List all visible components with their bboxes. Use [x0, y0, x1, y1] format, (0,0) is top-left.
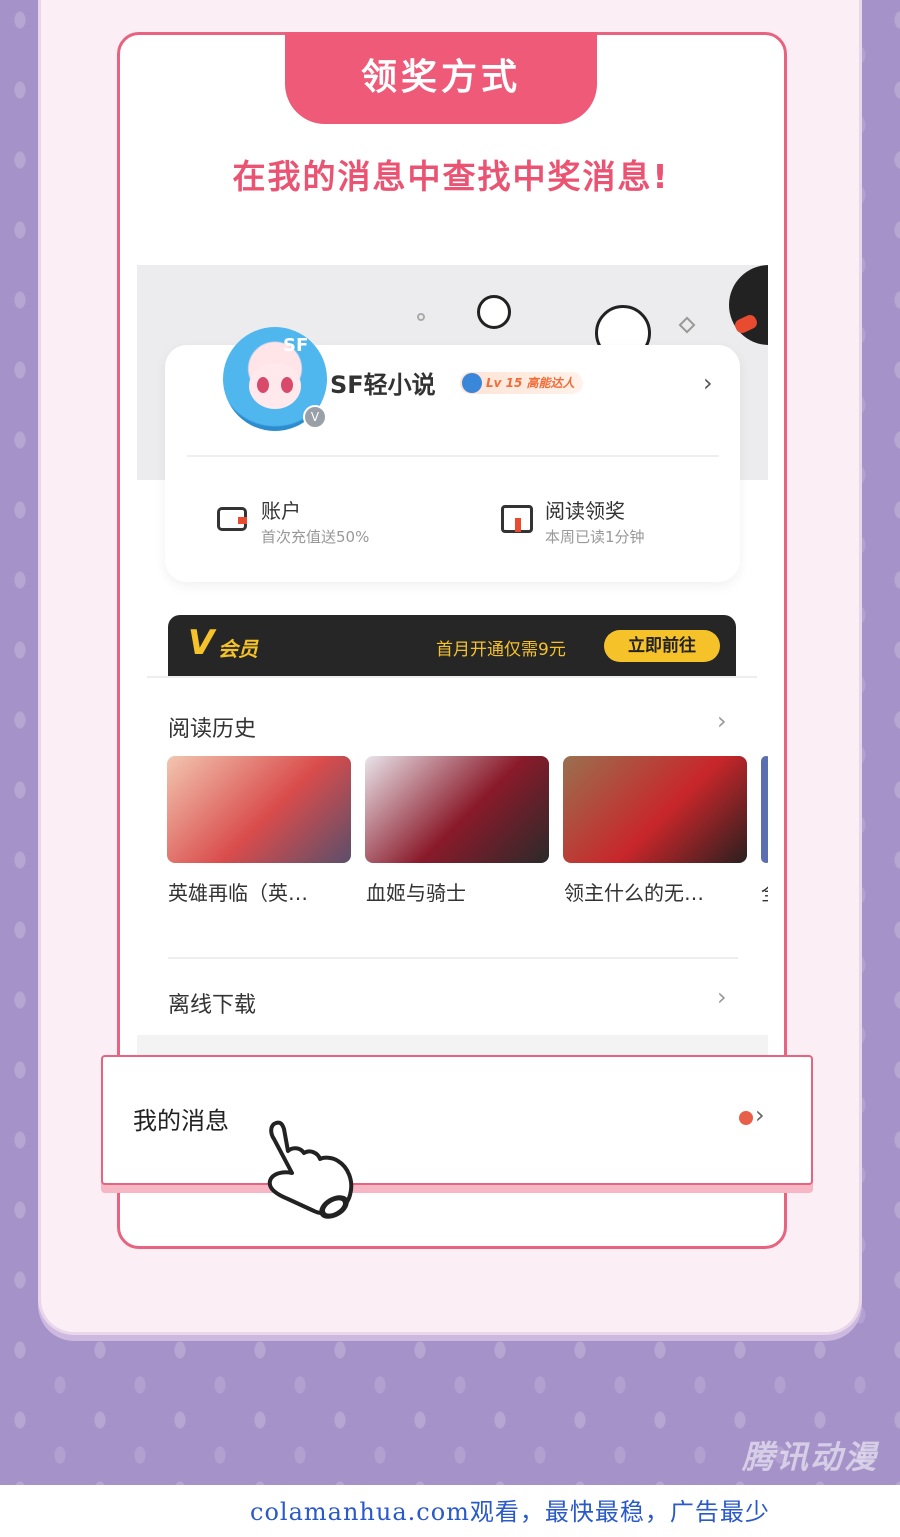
pointing-hand-icon: [267, 1120, 354, 1219]
chevron-right-icon[interactable]: ›: [703, 369, 713, 397]
mascot-large-icon: [729, 265, 768, 345]
divider: [187, 455, 719, 457]
vip-banner[interactable]: V 会员 首月开通仅需9元 立即前往: [168, 615, 736, 677]
reading-reward-subtitle: 本周已读1分钟: [545, 528, 645, 546]
offline-download-title[interactable]: 离线下载: [168, 987, 256, 1019]
headline: 在我的消息中查找中奖消息!: [232, 157, 670, 196]
vip-label: 会员: [218, 637, 258, 661]
divider: [168, 957, 738, 959]
book-cover[interactable]: [167, 756, 351, 863]
decor-diamond: [678, 316, 696, 334]
book-title[interactable]: 领主什么的无…: [564, 877, 704, 906]
avatar[interactable]: SF V: [223, 327, 327, 431]
book-title[interactable]: 英雄再临（英…: [168, 877, 308, 906]
page-title: 领奖方式: [285, 32, 597, 124]
avatar-face: [249, 363, 301, 409]
decor-dot: [417, 313, 425, 321]
level-icon: [462, 373, 482, 393]
account-title[interactable]: 账户: [261, 495, 301, 524]
vip-logo-icon: V: [188, 623, 215, 663]
username: SF轻小说: [330, 371, 436, 399]
footer-text: colamanhua.com观看，最快最稳，广告最少: [250, 1498, 770, 1526]
profile-card[interactable]: SF V SF轻小说 Lv 15 高能达人 › 账户 首次充值送50% 阅读领奖…: [165, 327, 740, 582]
my-messages-row[interactable]: 我的消息 ›: [101, 1055, 813, 1185]
chevron-right-icon[interactable]: ›: [717, 983, 727, 1011]
reading-reward-title[interactable]: 阅读领奖: [545, 495, 625, 524]
mascot-icon: [477, 295, 511, 329]
book-cover[interactable]: [365, 756, 549, 863]
my-messages-label[interactable]: 我的消息: [133, 1101, 229, 1136]
avatar-eye: [281, 377, 293, 393]
verified-badge: V: [303, 405, 327, 429]
reading-history-title[interactable]: 阅读历史: [168, 711, 256, 743]
book-title[interactable]: 血姬与骑士: [366, 877, 466, 906]
watermark: 腾讯动漫: [742, 1438, 879, 1476]
chevron-right-icon[interactable]: ›: [755, 1101, 765, 1129]
level-text: Lv 15 高能达人: [486, 376, 575, 390]
wallet-icon: [217, 507, 247, 531]
gift-icon: [501, 505, 533, 533]
sf-logo-icon: SF: [283, 335, 309, 356]
book-cover-partial[interactable]: [761, 756, 768, 863]
divider: [147, 676, 757, 678]
app-screenshot: SF V SF轻小说 Lv 15 高能达人 › 账户 首次充值送50% 阅读领奖…: [137, 265, 768, 1065]
book-cover[interactable]: [563, 756, 747, 863]
level-badge: Lv 15 高能达人: [460, 372, 583, 394]
vip-go-button[interactable]: 立即前往: [604, 630, 720, 662]
vip-offer: 首月开通仅需9元: [436, 640, 566, 660]
chevron-right-icon[interactable]: ›: [717, 707, 727, 735]
book-title-partial[interactable]: 全: [761, 877, 768, 906]
account-subtitle: 首次充值送50%: [261, 528, 370, 546]
avatar-eye: [257, 377, 269, 393]
unread-dot-icon: [739, 1111, 753, 1125]
